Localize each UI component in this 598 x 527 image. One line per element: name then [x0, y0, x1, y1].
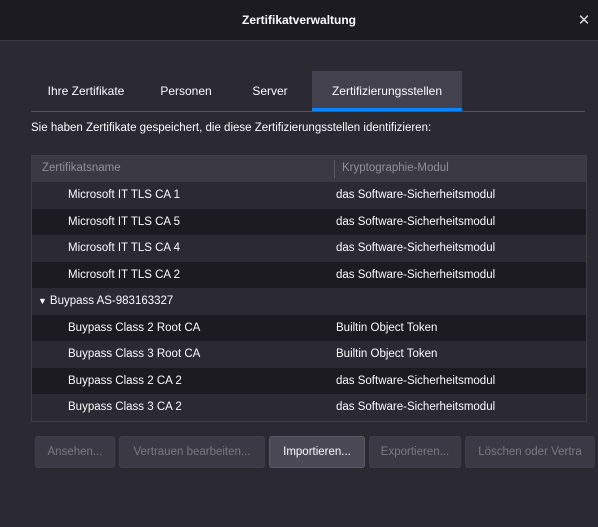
- intro-text: Sie haben Zertifikate gespeichert, die d…: [31, 122, 432, 134]
- view-button[interactable]: Ansehen...: [35, 436, 115, 468]
- column-separator[interactable]: [334, 160, 335, 178]
- window-title: Zertifikatverwaltung: [241, 13, 357, 27]
- table-row[interactable]: Buypass Class 2 Root CA Builtin Object T…: [32, 315, 586, 342]
- tree-group-row[interactable]: ▼ Buypass AS-983163327: [32, 288, 586, 315]
- group-name: Buypass AS-983163327: [49, 295, 174, 307]
- cert-module: das Software-Sicherheitsmodul: [336, 242, 496, 254]
- cert-module: das Software-Sicherheitsmodul: [336, 189, 496, 201]
- cert-module: Builtin Object Token: [336, 321, 438, 334]
- table-row[interactable]: Buypass Class 3 CA 2 das Software-Sicher…: [32, 394, 586, 421]
- certificate-tree[interactable]: Zertifikatsname Kryptographie-Modul Micr…: [31, 155, 587, 422]
- tree-header: Zertifikatsname Kryptographie-Modul: [32, 156, 586, 182]
- tab-your-certificates[interactable]: Ihre Zertifikate: [31, 71, 141, 111]
- column-header-module[interactable]: Kryptographie-Modul: [342, 162, 449, 174]
- cert-name: Buypass Class 2 CA 2: [68, 374, 182, 387]
- cert-name: Microsoft IT TLS CA 1: [68, 189, 181, 201]
- cert-module: das Software-Sicherheitsmodul: [336, 268, 496, 281]
- tab-servers[interactable]: Server: [231, 71, 309, 111]
- title-bar: Zertifikatverwaltung ✕: [0, 0, 598, 41]
- cert-name: Buypass Class 3 Root CA: [68, 348, 201, 360]
- action-buttons: Ansehen... Vertrauen bearbeiten... Impor…: [35, 436, 595, 468]
- cert-name: Buypass Class 2 Root CA: [68, 321, 201, 334]
- cert-name: Microsoft IT TLS CA 2: [68, 268, 181, 281]
- table-row[interactable]: Buypass Class 3 Root CA Builtin Object T…: [32, 341, 586, 368]
- cert-module: Builtin Object Token: [336, 348, 438, 360]
- import-button[interactable]: Importieren...: [269, 436, 365, 468]
- export-button[interactable]: Exportieren...: [369, 436, 461, 468]
- table-row[interactable]: Microsoft IT TLS CA 5 das Software-Siche…: [32, 209, 586, 236]
- table-row[interactable]: Microsoft IT TLS CA 1 das Software-Siche…: [32, 182, 586, 209]
- table-row[interactable]: Microsoft IT TLS CA 4 das Software-Siche…: [32, 235, 586, 262]
- cert-module: das Software-Sicherheitsmodul: [336, 215, 496, 228]
- cert-name: Buypass Class 3 CA 2: [68, 401, 182, 413]
- close-icon[interactable]: ✕: [574, 10, 594, 30]
- cert-module: das Software-Sicherheitsmodul: [336, 374, 496, 387]
- tab-authorities[interactable]: Zertifizierungsstellen: [312, 71, 462, 111]
- edit-trust-button[interactable]: Vertrauen bearbeiten...: [119, 436, 265, 468]
- cert-name: Microsoft IT TLS CA 5: [68, 215, 181, 228]
- table-row[interactable]: Buypass Class 2 CA 2 das Software-Sicher…: [32, 368, 586, 395]
- column-header-name[interactable]: Zertifikatsname: [42, 162, 121, 174]
- table-row[interactable]: Microsoft IT TLS CA 2 das Software-Siche…: [32, 262, 586, 289]
- tab-bar: Ihre Zertifikate Personen Server Zertifi…: [31, 71, 585, 112]
- chevron-down-icon[interactable]: ▼: [38, 296, 47, 306]
- cert-name: Microsoft IT TLS CA 4: [68, 242, 181, 254]
- cert-module: das Software-Sicherheitsmodul: [336, 401, 496, 413]
- delete-or-distrust-button[interactable]: Löschen oder Vertra: [465, 436, 595, 468]
- tab-people[interactable]: Personen: [146, 71, 226, 111]
